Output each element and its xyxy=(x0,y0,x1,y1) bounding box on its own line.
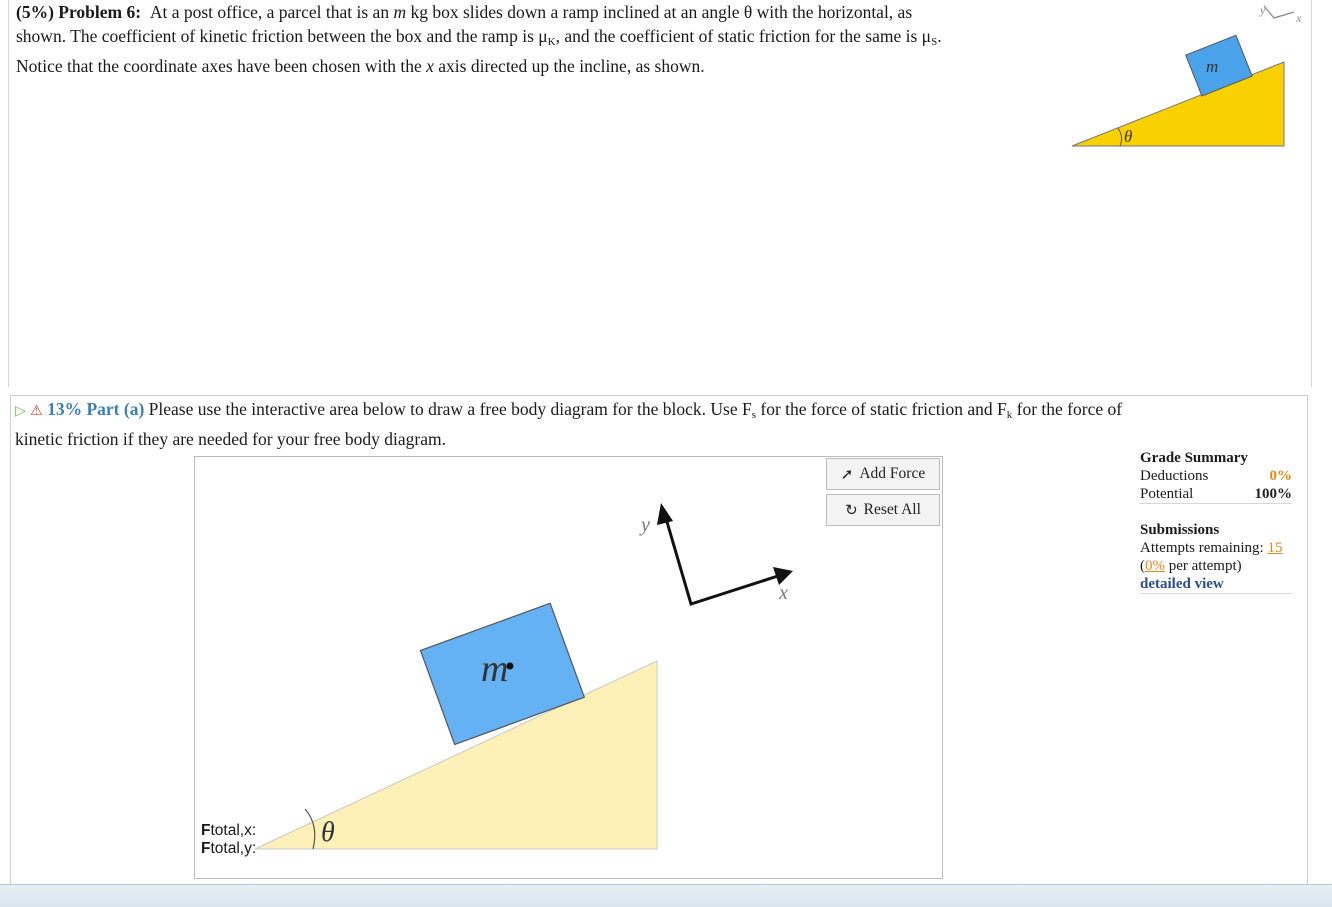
grade-summary: Grade Summary Deductions 0% Potential 10… xyxy=(1140,450,1292,594)
ftotal-y: Ftotal,y: xyxy=(201,840,256,858)
attempts-label: Attempts remaining: xyxy=(1140,540,1264,556)
canvas-axes xyxy=(663,514,782,606)
center-dot[interactable] xyxy=(506,662,514,670)
deductions-row: Deductions 0% xyxy=(1140,467,1292,485)
problem-weight: (5%) xyxy=(16,2,54,22)
part-a-text-2: for the force of static friction and F xyxy=(760,399,1007,419)
y-arrowhead xyxy=(657,503,673,525)
canvas-mass-label: m xyxy=(481,648,508,690)
force-totals: Ftotal,x: Ftotal,y: xyxy=(201,822,256,858)
tools-panel: ➚ Add Force ↻ Reset All xyxy=(825,456,943,879)
reset-all-label: Reset All xyxy=(863,501,921,518)
canvas-axis-x: x xyxy=(778,582,788,604)
problem-text-1: At a post office, a parcel that is an xyxy=(149,2,390,22)
detailed-view-row: detailed view xyxy=(1140,575,1292,594)
reset-icon: ↻ xyxy=(845,501,858,519)
bottom-bar xyxy=(0,884,1332,907)
ftotal-y-colon: : xyxy=(251,840,257,857)
add-force-button[interactable]: ➚ Add Force xyxy=(826,458,940,490)
mass-label: m xyxy=(1206,57,1218,76)
problem-text-6: Notice that the coordinate axes have bee… xyxy=(16,56,422,76)
part-a-text-4: kinetic friction if they are needed for … xyxy=(15,429,446,449)
fbd-canvas[interactable]: m θ y x xyxy=(194,456,827,879)
part-a-statement: ▷ ⚠ 13% Part (a) Please use the interact… xyxy=(15,397,1275,451)
problem-text-7: axis directed up the incline, as shown. xyxy=(438,56,705,76)
problem-label: Problem 6: xyxy=(58,2,142,22)
detailed-view-link[interactable]: detailed view xyxy=(1140,576,1224,592)
fbd-drawing[interactable]: m θ y x xyxy=(195,457,826,878)
axis-lines xyxy=(1263,5,1295,19)
arrow-up-right-icon: ➚ xyxy=(840,465,854,483)
part-a-label[interactable]: 13% Part (a) xyxy=(47,399,144,419)
per-attempt-value[interactable]: 0% xyxy=(1145,558,1165,574)
potential-row: Potential 100% xyxy=(1140,485,1292,504)
problem-x-symbol: x xyxy=(426,56,434,76)
problem-text-5: . xyxy=(937,26,942,46)
per-attempt-row: (0% per attempt) xyxy=(1140,557,1292,575)
problem-mass-symbol: m xyxy=(393,2,407,22)
problem-statement: (5%) Problem 6: At a post office, a parc… xyxy=(16,0,1056,78)
ftotal-x-label: total,x xyxy=(210,822,252,839)
grade-summary-title: Grade Summary xyxy=(1140,450,1248,466)
per-attempt-label: per attempt) xyxy=(1168,558,1242,574)
attempts-row: Attempts remaining: 15 xyxy=(1140,539,1292,557)
fk-subscript: k xyxy=(1006,409,1013,421)
problem-figure: m θ y x xyxy=(1071,3,1302,147)
deductions-label: Deductions xyxy=(1140,468,1209,484)
potential-value: 100% xyxy=(1254,486,1293,502)
mu-k-subscript: K xyxy=(547,36,556,48)
canvas-angle-label: θ xyxy=(321,817,335,848)
problem-text-3: shown. The coefficient of kinetic fricti… xyxy=(16,26,548,46)
reset-all-button[interactable]: ↻ Reset All xyxy=(826,494,940,526)
potential-label: Potential xyxy=(1140,486,1194,502)
deductions-value: 0% xyxy=(1269,468,1293,484)
attempts-value[interactable]: 15 xyxy=(1267,540,1282,556)
axis-x-label: x xyxy=(1295,11,1302,25)
angle-label: θ xyxy=(1124,127,1132,146)
fs-subscript: s xyxy=(751,409,756,421)
ramp-triangle xyxy=(1071,61,1285,147)
warning-icon: ⚠ xyxy=(30,403,43,419)
ftotal-y-label: total,y xyxy=(210,840,252,857)
axis-y-label: y xyxy=(1259,3,1266,17)
ftotal-x: Ftotal,x: xyxy=(201,822,256,840)
submissions-title: Submissions xyxy=(1140,522,1220,538)
part-a-text-3: for the force of xyxy=(1016,399,1123,419)
problem-text-4: , and the coefficient of static friction… xyxy=(555,26,932,46)
canvas-axis-y: y xyxy=(639,514,650,536)
part-a-text-1: Please use the interactive area below to… xyxy=(148,399,752,419)
expand-arrow-icon[interactable]: ▷ xyxy=(15,403,26,419)
add-force-label: Add Force xyxy=(859,465,926,482)
ftotal-x-colon: : xyxy=(251,822,257,839)
problem-text-2: kg box slides down a ramp inclined at an… xyxy=(410,2,913,22)
